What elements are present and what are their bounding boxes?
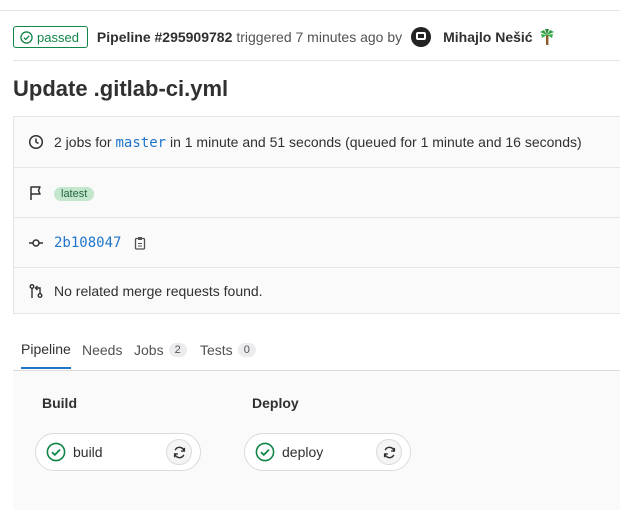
job-deploy[interactable]: deploy xyxy=(244,433,411,471)
avatar[interactable] xyxy=(411,27,432,47)
tests-count-badge: 0 xyxy=(237,343,256,357)
job-name-build: build xyxy=(73,444,103,460)
tags-row: latest xyxy=(14,167,620,217)
jobs-count-badge: 2 xyxy=(168,343,187,357)
pipeline-graph: Build build Deploy deploy xyxy=(13,371,620,510)
tab-pipeline[interactable]: Pipeline xyxy=(21,330,71,369)
clock-icon xyxy=(28,134,44,150)
author-name[interactable]: Mihajlo Nešić xyxy=(443,29,532,45)
success-status-icon xyxy=(46,442,66,462)
header-divider xyxy=(13,60,620,61)
page-title: Update .gitlab-ci.yml xyxy=(13,76,229,101)
tab-tests-label: Tests xyxy=(200,342,233,358)
retry-icon xyxy=(383,446,395,458)
latest-badge[interactable]: latest xyxy=(54,187,95,201)
success-status-icon xyxy=(255,442,275,462)
merge-request-icon xyxy=(29,284,43,298)
check-circle-icon xyxy=(20,30,33,44)
tab-needs-label: Needs xyxy=(82,342,123,358)
top-divider xyxy=(0,10,620,11)
retry-button[interactable] xyxy=(166,439,192,465)
tab-jobs-label: Jobs xyxy=(134,342,164,358)
pipeline-info-panel: 2 jobs for master in 1 minute and 51 sec… xyxy=(13,116,620,314)
branch-link[interactable]: master xyxy=(115,135,166,151)
tab-tests[interactable]: Tests 0 xyxy=(200,330,256,370)
status-label: passed xyxy=(37,29,79,45)
flag-icon xyxy=(30,185,41,200)
pipeline-tabs: Pipeline Needs Jobs 2 Tests 0 xyxy=(13,330,620,371)
merge-requests-row: No related merge requests found. xyxy=(14,267,620,314)
jobs-duration: in 1 minute and 51 seconds (queued for 1… xyxy=(169,133,582,150)
status-badge[interactable]: passed xyxy=(13,26,88,48)
job-name-deploy: deploy xyxy=(282,444,324,460)
retry-icon xyxy=(173,446,185,458)
retry-button[interactable] xyxy=(376,439,402,465)
jobs-summary: 2 jobs for master in 1 minute and 51 sec… xyxy=(54,134,582,151)
jobs-prefix: 2 jobs for xyxy=(54,133,112,150)
pipeline-id: Pipeline #295909782 xyxy=(96,29,233,45)
triggered-text: triggered 7 minutes ago by xyxy=(236,29,403,45)
copy-clipboard-icon[interactable] xyxy=(133,236,147,250)
tab-needs[interactable]: Needs xyxy=(82,330,122,370)
stage-title-build: Build xyxy=(42,395,77,411)
tab-pipeline-label: Pipeline xyxy=(21,340,71,357)
merge-requests-text: No related merge requests found. xyxy=(54,283,263,299)
pipeline-header: passed Pipeline #295909782 triggered 7 m… xyxy=(13,25,555,49)
jobs-summary-row: 2 jobs for master in 1 minute and 51 sec… xyxy=(14,117,620,167)
tab-jobs[interactable]: Jobs 2 xyxy=(134,330,187,370)
commit-row: 2b108047 xyxy=(14,217,620,267)
palm-tree-icon xyxy=(539,29,554,45)
commit-icon xyxy=(29,238,43,247)
commit-sha-link[interactable]: 2b108047 xyxy=(54,235,121,251)
job-build[interactable]: build xyxy=(35,433,201,471)
stage-title-deploy: Deploy xyxy=(252,395,299,411)
